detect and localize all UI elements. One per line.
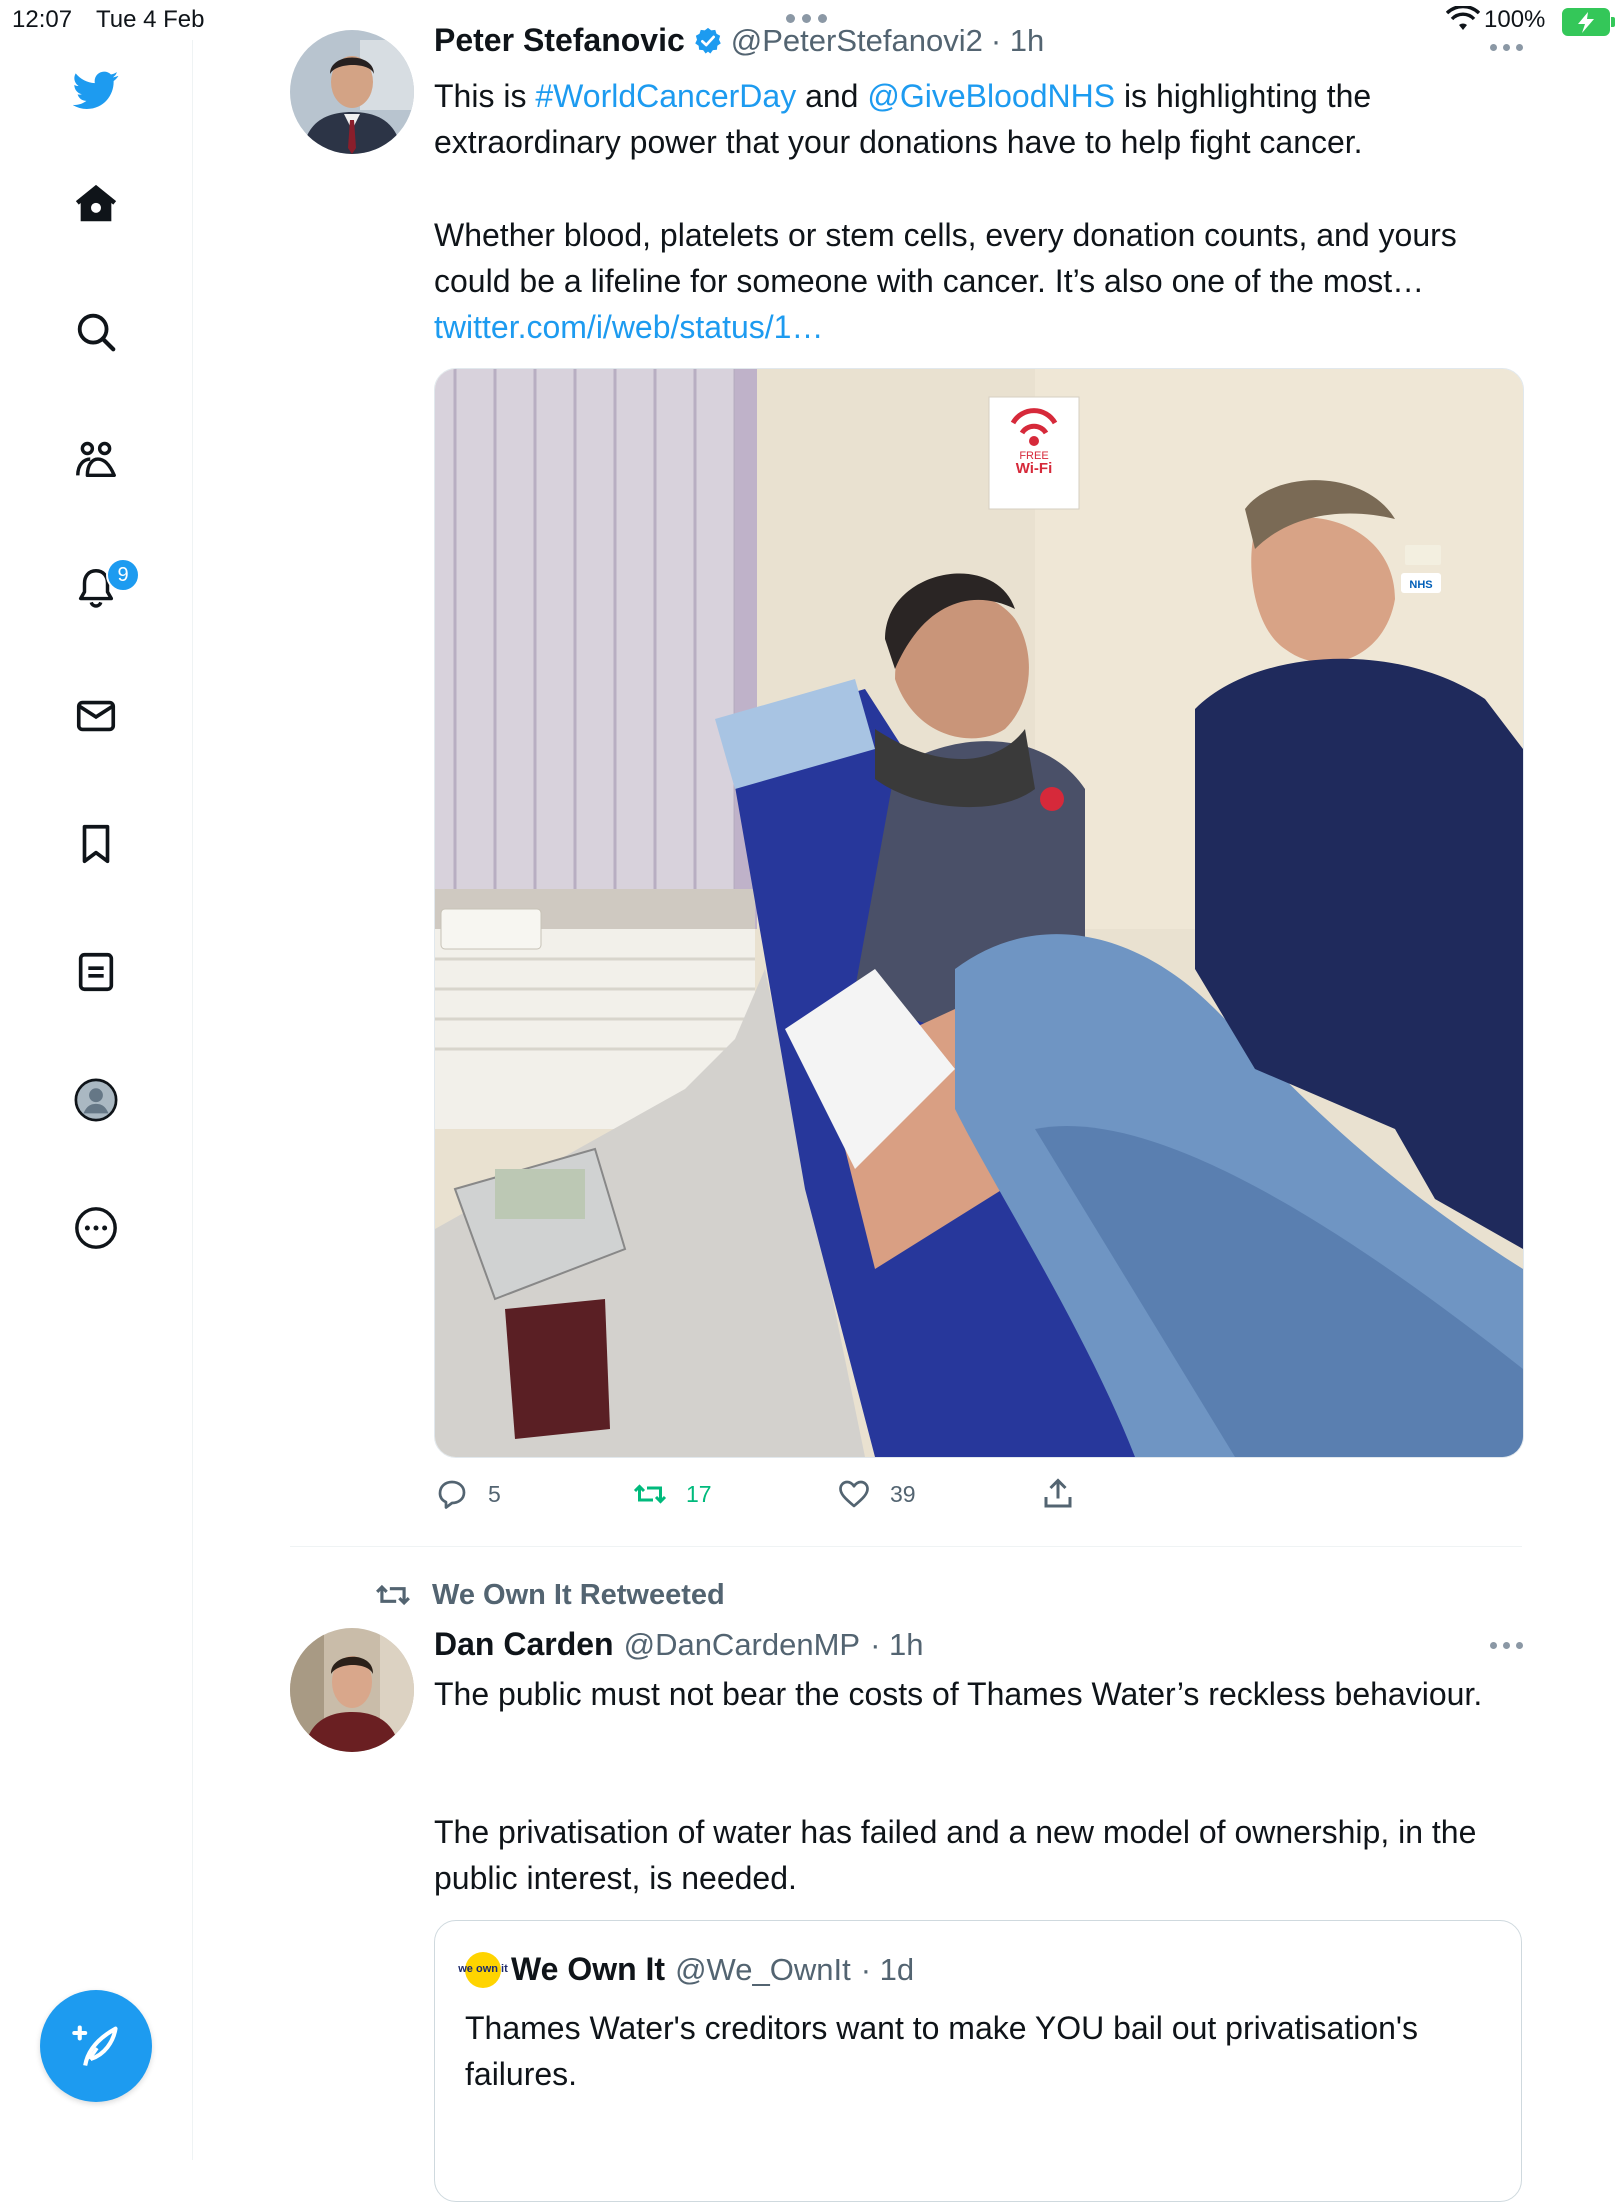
nhs-badge: NHS bbox=[1409, 579, 1432, 591]
messages-icon[interactable] bbox=[60, 680, 132, 752]
tweet1-text-paragraph2: Whether blood, platelets or stem cells, … bbox=[434, 217, 1457, 345]
battery-percent: 100% bbox=[1484, 6, 1546, 33]
quoted-tweet-text: Thames Water's creditors want to make YO… bbox=[465, 2010, 1419, 2092]
tweet1-photo[interactable]: FREE Wi-Fi NHS bbox=[434, 368, 1524, 1458]
notification-count-badge: 9 bbox=[106, 558, 140, 592]
tweet2-more-options-icon[interactable] bbox=[1490, 1642, 1530, 1652]
tweet2-text-paragraph1: The public must not bear the costs of Th… bbox=[434, 1676, 1483, 1712]
quoted-author-name: We Own It bbox=[511, 1951, 666, 1987]
tweet1-header: Peter Stefanovic @PeterStefanovi2 · 1h bbox=[434, 22, 1044, 59]
retweet-count: 17 bbox=[686, 1480, 712, 1507]
share-icon bbox=[1044, 1478, 1072, 1508]
retweeted-by-label: We Own It Retweeted bbox=[432, 1578, 725, 1611]
retweet-button[interactable]: 17 bbox=[632, 1474, 712, 1514]
avatar-peter-stefanovic[interactable] bbox=[290, 30, 414, 154]
tweet-divider bbox=[290, 1546, 1522, 1547]
lists-icon[interactable] bbox=[60, 936, 132, 1008]
notifications-icon[interactable]: 9 bbox=[60, 552, 140, 624]
like-count: 39 bbox=[890, 1480, 916, 1507]
twitter-logo-icon[interactable] bbox=[60, 54, 132, 126]
communities-icon[interactable] bbox=[60, 424, 132, 496]
retweet-indicator-icon bbox=[376, 1584, 410, 1606]
bookmarks-icon[interactable] bbox=[60, 808, 132, 880]
quoted-timestamp: · 1d bbox=[860, 1951, 915, 1987]
tweet1-timestamp[interactable]: · 1h bbox=[991, 23, 1044, 59]
wifi-sign-wifi: Wi-Fi bbox=[1016, 460, 1053, 477]
sidebar: 9 bbox=[0, 40, 193, 2160]
tweet1-more-options-icon[interactable] bbox=[1490, 44, 1530, 54]
tweet1-author-name[interactable]: Peter Stefanovic bbox=[434, 22, 685, 59]
retweeted-by-row[interactable]: We Own It Retweeted bbox=[374, 1576, 725, 1614]
verified-badge-icon bbox=[695, 27, 721, 53]
tweet2-timestamp[interactable]: · 1h bbox=[870, 1627, 923, 1663]
reply-button[interactable]: 5 bbox=[434, 1474, 501, 1514]
compose-tweet-icon bbox=[72, 2025, 118, 2066]
status-time: 12:07 bbox=[12, 6, 73, 33]
heart-icon bbox=[839, 1480, 869, 1508]
tweet1-status-link[interactable]: twitter.com/i/web/status/1… bbox=[434, 309, 823, 345]
search-icon[interactable] bbox=[60, 296, 132, 368]
quoted-tweet-header: we own it We Own It @We_OwnIt · 1d bbox=[458, 1951, 915, 1988]
tweet2-author-handle[interactable]: @DanCardenMP bbox=[624, 1627, 861, 1663]
avatar-dan-carden[interactable] bbox=[290, 1628, 414, 1752]
tweet2-header: Dan Carden @DanCardenMP · 1h bbox=[434, 1626, 924, 1663]
tweet1-text: This is #WorldCancerDay and @GiveBloodNH… bbox=[434, 78, 1372, 160]
retweet-icon bbox=[633, 1484, 667, 1504]
profile-icon[interactable] bbox=[60, 1064, 132, 1136]
reply-count: 5 bbox=[488, 1480, 501, 1507]
tweet2-author-name[interactable]: Dan Carden bbox=[434, 1626, 614, 1663]
mention-link[interactable]: @GiveBloodNHS bbox=[867, 78, 1115, 114]
battery-charging-icon bbox=[1562, 8, 1615, 36]
home-icon[interactable] bbox=[60, 168, 132, 240]
we-own-it-logo: we own it bbox=[458, 1951, 508, 1988]
compose-tweet-button[interactable] bbox=[40, 1990, 152, 2102]
share-button[interactable] bbox=[1040, 1474, 1076, 1514]
reply-icon bbox=[438, 1480, 466, 1509]
quoted-author-handle: @We_OwnIt bbox=[675, 1951, 851, 1987]
like-button[interactable]: 39 bbox=[836, 1474, 916, 1514]
more-icon[interactable] bbox=[60, 1192, 132, 1264]
wifi-icon bbox=[1446, 6, 1480, 30]
hashtag-link[interactable]: #WorldCancerDay bbox=[535, 78, 796, 114]
status-date: Tue 4 Feb bbox=[96, 6, 205, 33]
tweet1-author-handle[interactable]: @PeterStefanovi2 bbox=[731, 23, 983, 59]
tweet2-text-paragraph2: The privatisation of water has failed an… bbox=[434, 1814, 1477, 1896]
